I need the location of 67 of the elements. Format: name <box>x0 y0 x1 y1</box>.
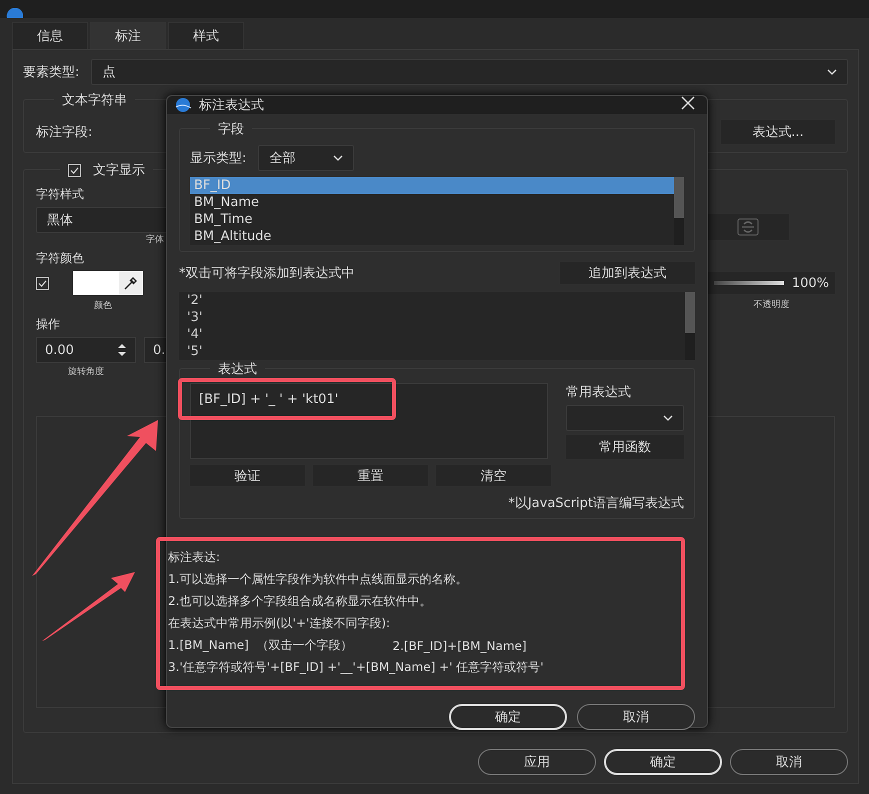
expression-field[interactable]: [BF_ID] + '_ ' + 'kt01' <box>190 383 548 459</box>
expression-action-button[interactable]: 验证 <box>190 465 305 486</box>
footer-button[interactable]: 应用 <box>478 749 596 775</box>
app-logo-icon <box>173 97 193 113</box>
tab[interactable]: 样式 <box>168 22 244 49</box>
font-caption: 字体 <box>146 234 164 246</box>
char-color-label: 字符颜色 <box>36 250 84 267</box>
checkbox[interactable] <box>68 164 81 176</box>
help-text-line: 2.也可以选择多个字段组合成名称显示在软件中。 <box>168 593 432 610</box>
value-list-item[interactable]: '5' <box>183 343 685 360</box>
color-swatch[interactable] <box>73 271 119 295</box>
scrollbar[interactable] <box>674 177 684 245</box>
opacity-caption: 不透明度 <box>753 298 790 311</box>
append-button[interactable]: 追加到表达式 <box>560 262 695 284</box>
chevron-down-icon <box>663 415 673 421</box>
common-functions-button[interactable]: 常用函数 <box>566 435 684 459</box>
dialog-button[interactable]: 取消 <box>577 704 695 730</box>
color-caption: 颜色 <box>94 300 112 312</box>
help-text-line: 3.'任意字符或符号'+[BF_ID] +'__'+[BM_Name] +' 任意字符或符号' <box>168 659 545 676</box>
expression-action-button[interactable]: 清空 <box>436 465 551 486</box>
app-logo-icon <box>6 8 24 18</box>
feature-type-dropdown[interactable]: 点 <box>91 59 848 85</box>
checkbox[interactable] <box>36 276 49 290</box>
opacity-reading: 100% <box>792 276 829 290</box>
help-example: 2.[BF_ID]+[BM_Name] <box>392 638 527 652</box>
eyedropper-button[interactable] <box>119 271 143 295</box>
tab[interactable]: 信息 <box>12 22 88 49</box>
strikethrough-icon <box>737 218 759 236</box>
help-text-line: 在表达式中常用示例(以'+'连接不同字段): <box>168 615 392 632</box>
display-type-label: 显示类型: <box>190 150 246 167</box>
rotation-spinbox[interactable]: 0.00 <box>36 337 136 363</box>
strikethrough-button[interactable] <box>707 214 789 240</box>
eyedropper-icon <box>123 275 139 291</box>
scrollbar[interactable] <box>685 292 695 360</box>
group-title: 字段 <box>210 120 252 138</box>
footer-button[interactable]: 取消 <box>730 749 848 775</box>
value-list-item[interactable]: '4' <box>183 326 685 343</box>
text-display-label: 文字显示 <box>93 162 145 179</box>
tab[interactable]: 标注 <box>90 22 166 49</box>
dialog-title: 标注表达式 <box>199 97 264 114</box>
dialog-button[interactable]: 确定 <box>449 704 567 730</box>
chevron-down-icon <box>333 155 344 161</box>
javascript-note: *以JavaScript语言编写表达式 <box>508 495 684 512</box>
close-icon <box>681 96 695 110</box>
checkmark-icon <box>70 166 79 174</box>
help-example: 1.[BM_Name] （双击一个字段） <box>168 637 352 654</box>
group-title: 文本字符串 <box>54 91 135 109</box>
value-list-item[interactable]: '2' <box>183 292 685 309</box>
hint-text: *双击可将字段添加到表达式中 <box>179 265 354 282</box>
char-style-label: 字符样式 <box>36 186 84 203</box>
value-list-item[interactable]: '3' <box>183 309 685 326</box>
help-text-line: 标注表达: <box>168 549 222 566</box>
rotation-caption: 旋转角度 <box>68 366 104 378</box>
opacity-slider[interactable]: 100% <box>708 272 835 294</box>
label-field-label: 标注字段: <box>36 124 92 141</box>
expression-button[interactable]: 表达式... <box>721 120 835 144</box>
spin-arrows-icon <box>117 342 127 358</box>
expression-action-button[interactable]: 重置 <box>313 465 428 486</box>
checkmark-icon <box>38 280 47 286</box>
help-text-line: 1.可以选择一个属性字段作为软件中点线面显示的名称。 <box>168 571 468 588</box>
chevron-down-icon <box>827 69 837 75</box>
operation-label: 操作 <box>36 316 60 333</box>
display-type-dropdown[interactable]: 全部 <box>258 145 354 171</box>
common-expression-label: 常用表达式 <box>566 384 632 401</box>
group-title: 表达式 <box>210 360 265 378</box>
footer-button[interactable]: 确定 <box>604 749 722 775</box>
feature-type-label: 要素类型: <box>23 64 80 81</box>
